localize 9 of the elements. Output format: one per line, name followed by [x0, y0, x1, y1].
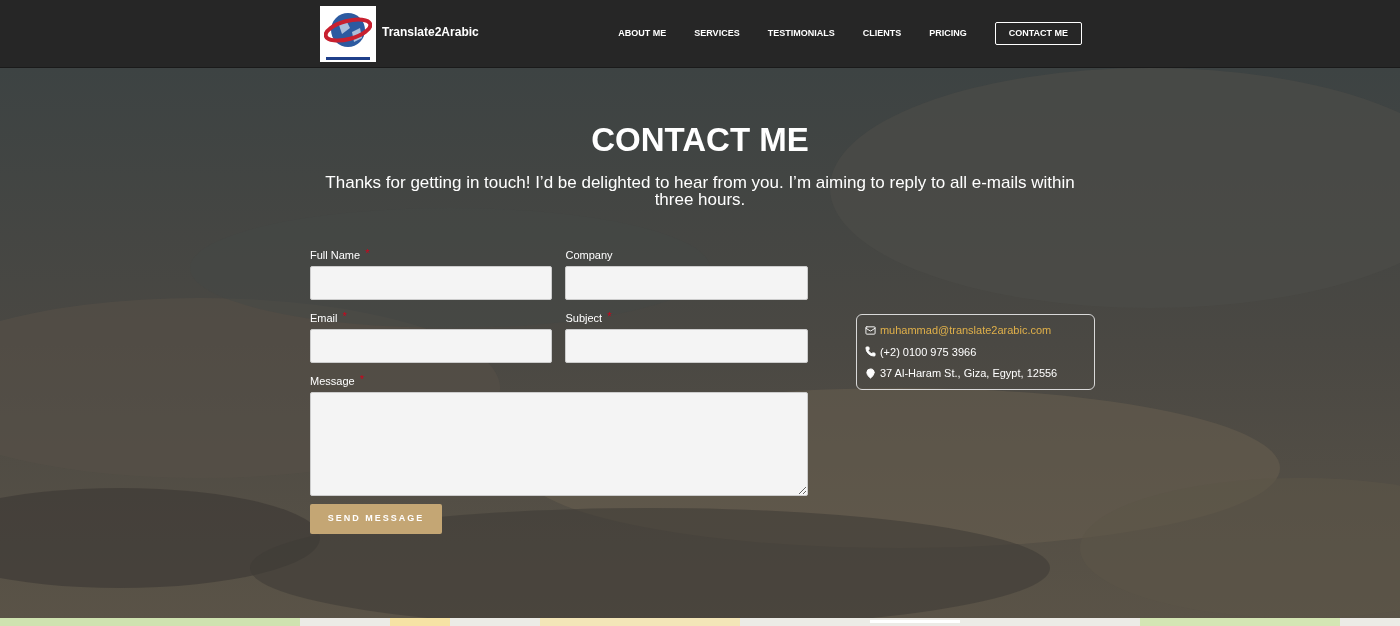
nav-button[interactable]: CONTACT ME — [994, 22, 1082, 45]
nav-link[interactable]: CLIENTS — [862, 26, 902, 41]
nav-link[interactable]: ABOUT ME — [618, 26, 667, 41]
logo-underline-icon — [326, 56, 370, 61]
brand-name[interactable]: Translate2Arabic — [382, 22, 479, 41]
logo[interactable] — [320, 5, 376, 62]
nav-link[interactable]: TESTIMONIALS — [767, 26, 835, 41]
nav-link[interactable]: PRICING — [929, 26, 967, 41]
nav-link[interactable]: SERVICES — [694, 26, 740, 41]
